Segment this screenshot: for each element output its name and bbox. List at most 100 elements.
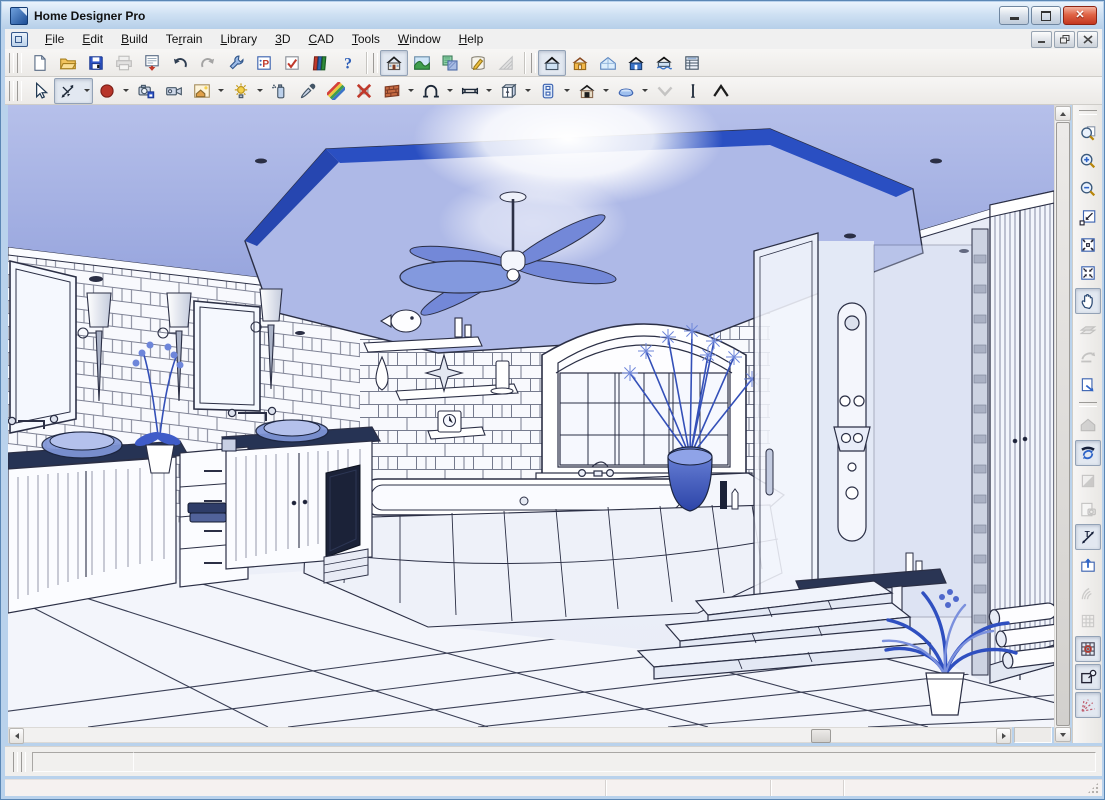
dollhouse-view-button[interactable] bbox=[566, 50, 594, 76]
fill-window-button[interactable] bbox=[1075, 232, 1101, 258]
adjust-lights-dropdown[interactable] bbox=[254, 79, 265, 103]
fireplace-tools-dropdown[interactable] bbox=[600, 79, 611, 103]
fireplace-tools-button[interactable] bbox=[574, 79, 600, 103]
arc-tool-button[interactable] bbox=[1075, 580, 1101, 606]
door-tools-button[interactable] bbox=[418, 79, 444, 103]
plan-view-button[interactable] bbox=[380, 50, 408, 76]
maximize-button[interactable] bbox=[1031, 6, 1061, 25]
zoom-toward-button[interactable] bbox=[1075, 204, 1101, 230]
zoom-extents-button[interactable] bbox=[1075, 260, 1101, 286]
mdi-close-button[interactable] bbox=[1077, 31, 1098, 48]
material-eyedropper-button[interactable] bbox=[294, 78, 322, 104]
pan-window-button[interactable] bbox=[1075, 288, 1101, 314]
final-view-button[interactable] bbox=[1075, 496, 1101, 522]
cabinet-tools-button[interactable] bbox=[496, 79, 522, 103]
tape-measure-button[interactable] bbox=[55, 79, 81, 103]
cabinet-tools-dropdown[interactable] bbox=[522, 79, 533, 103]
menu-terrain[interactable]: Terrain bbox=[157, 30, 212, 48]
window-tools-dropdown[interactable] bbox=[483, 79, 494, 103]
electrical-tools-dropdown[interactable] bbox=[561, 79, 572, 103]
soffit-tools-button[interactable] bbox=[613, 79, 639, 103]
undo-button[interactable] bbox=[166, 50, 194, 76]
view-window-icon[interactable] bbox=[11, 32, 28, 47]
new-plan-button[interactable] bbox=[26, 50, 54, 76]
camera-view-button[interactable] bbox=[538, 50, 566, 76]
save-camera-button[interactable] bbox=[132, 78, 160, 104]
skylight-tool-button[interactable] bbox=[651, 78, 679, 104]
materials-button[interactable] bbox=[436, 50, 464, 76]
adjust-materials-button[interactable] bbox=[322, 78, 350, 104]
print-button[interactable] bbox=[110, 50, 138, 76]
scroll-right-button[interactable] bbox=[996, 728, 1011, 744]
object-snaps-button[interactable] bbox=[1075, 664, 1101, 690]
toggle-shadows-button[interactable] bbox=[1075, 468, 1101, 494]
import-view-button[interactable] bbox=[1075, 552, 1101, 578]
window-tools-button[interactable] bbox=[457, 79, 483, 103]
camera-defaults-button[interactable] bbox=[1075, 412, 1101, 438]
rebuild-3d-button[interactable] bbox=[1075, 440, 1101, 466]
vertical-scrollbar[interactable] bbox=[1054, 105, 1070, 743]
menu-edit[interactable]: Edit bbox=[73, 30, 112, 48]
delete-objects-button[interactable] bbox=[350, 78, 378, 104]
framing-view-button[interactable] bbox=[622, 50, 650, 76]
zoom-out-button[interactable] bbox=[1075, 176, 1101, 202]
title-bar[interactable]: Home Designer Pro ✕ bbox=[2, 2, 1103, 29]
menu-help[interactable]: Help bbox=[450, 30, 493, 48]
horizontal-scrollbar[interactable] bbox=[8, 727, 1012, 743]
minimize-button[interactable] bbox=[999, 6, 1029, 25]
terrain-tools-button[interactable] bbox=[408, 50, 436, 76]
angle-snaps-button[interactable] bbox=[1075, 692, 1101, 718]
preferences-button[interactable]: P bbox=[250, 50, 278, 76]
toolbar-grip[interactable] bbox=[9, 81, 14, 101]
electrical-tools-button[interactable] bbox=[535, 79, 561, 103]
spray-painter-button[interactable] bbox=[266, 78, 294, 104]
copy-view-button[interactable] bbox=[1075, 372, 1101, 398]
setup-wrench-button[interactable] bbox=[222, 50, 250, 76]
watercolor-view-button[interactable] bbox=[650, 50, 678, 76]
toggle-dimensions-button[interactable]: T bbox=[1075, 524, 1101, 550]
render-techniques-button[interactable] bbox=[189, 79, 215, 103]
roof-tools-button[interactable] bbox=[707, 78, 735, 104]
menu-tools[interactable]: Tools bbox=[343, 30, 389, 48]
cad-detail-button[interactable] bbox=[464, 50, 492, 76]
toolbar-grip[interactable] bbox=[9, 53, 14, 73]
scroll-up-button[interactable] bbox=[1055, 106, 1071, 121]
walkthrough-camera-button[interactable] bbox=[160, 78, 188, 104]
library-browser-button[interactable] bbox=[306, 50, 334, 76]
adjust-lights-button[interactable] bbox=[228, 79, 254, 103]
select-objects-button[interactable] bbox=[26, 78, 54, 104]
status-grip[interactable] bbox=[13, 752, 18, 772]
default-settings-button[interactable] bbox=[278, 50, 306, 76]
door-tools-dropdown[interactable] bbox=[444, 79, 455, 103]
wall-tools-button[interactable] bbox=[379, 79, 405, 103]
menu-3d[interactable]: 3D bbox=[266, 30, 299, 48]
tape-measure-dropdown[interactable] bbox=[81, 79, 92, 103]
scroll-down-button[interactable] bbox=[1055, 727, 1071, 742]
text-tool-button[interactable] bbox=[679, 78, 707, 104]
close-button[interactable]: ✕ bbox=[1063, 6, 1097, 25]
mdi-restore-button[interactable] bbox=[1054, 31, 1075, 48]
menu-build[interactable]: Build bbox=[112, 30, 157, 48]
render-canvas[interactable] bbox=[8, 105, 1054, 727]
previous-view-button[interactable] bbox=[1075, 344, 1101, 370]
edit-layers-button[interactable] bbox=[1075, 316, 1101, 342]
menu-file[interactable]: File bbox=[36, 30, 73, 48]
scroll-left-button[interactable] bbox=[9, 728, 24, 744]
menu-window[interactable]: Window bbox=[389, 30, 450, 48]
save-plan-button[interactable] bbox=[82, 50, 110, 76]
menu-cad[interactable]: CAD bbox=[300, 30, 343, 48]
help-button[interactable]: ? bbox=[334, 50, 362, 76]
zoom-in-button[interactable] bbox=[1075, 148, 1101, 174]
toolbar-grip[interactable] bbox=[1079, 110, 1097, 115]
redo-button[interactable] bbox=[194, 50, 222, 76]
glasshouse-view-button[interactable] bbox=[594, 50, 622, 76]
grid-snaps-button[interactable] bbox=[1075, 636, 1101, 662]
print-preview-button[interactable] bbox=[138, 50, 166, 76]
render-techniques-dropdown[interactable] bbox=[215, 79, 226, 103]
wall-tools-dropdown[interactable] bbox=[405, 79, 416, 103]
open-plan-button[interactable] bbox=[54, 50, 82, 76]
mdi-minimize-button[interactable] bbox=[1031, 31, 1052, 48]
menu-library[interactable]: Library bbox=[211, 30, 266, 48]
record-walkthrough-button[interactable] bbox=[94, 79, 120, 103]
vertical-scroll-thumb[interactable] bbox=[1056, 122, 1070, 726]
